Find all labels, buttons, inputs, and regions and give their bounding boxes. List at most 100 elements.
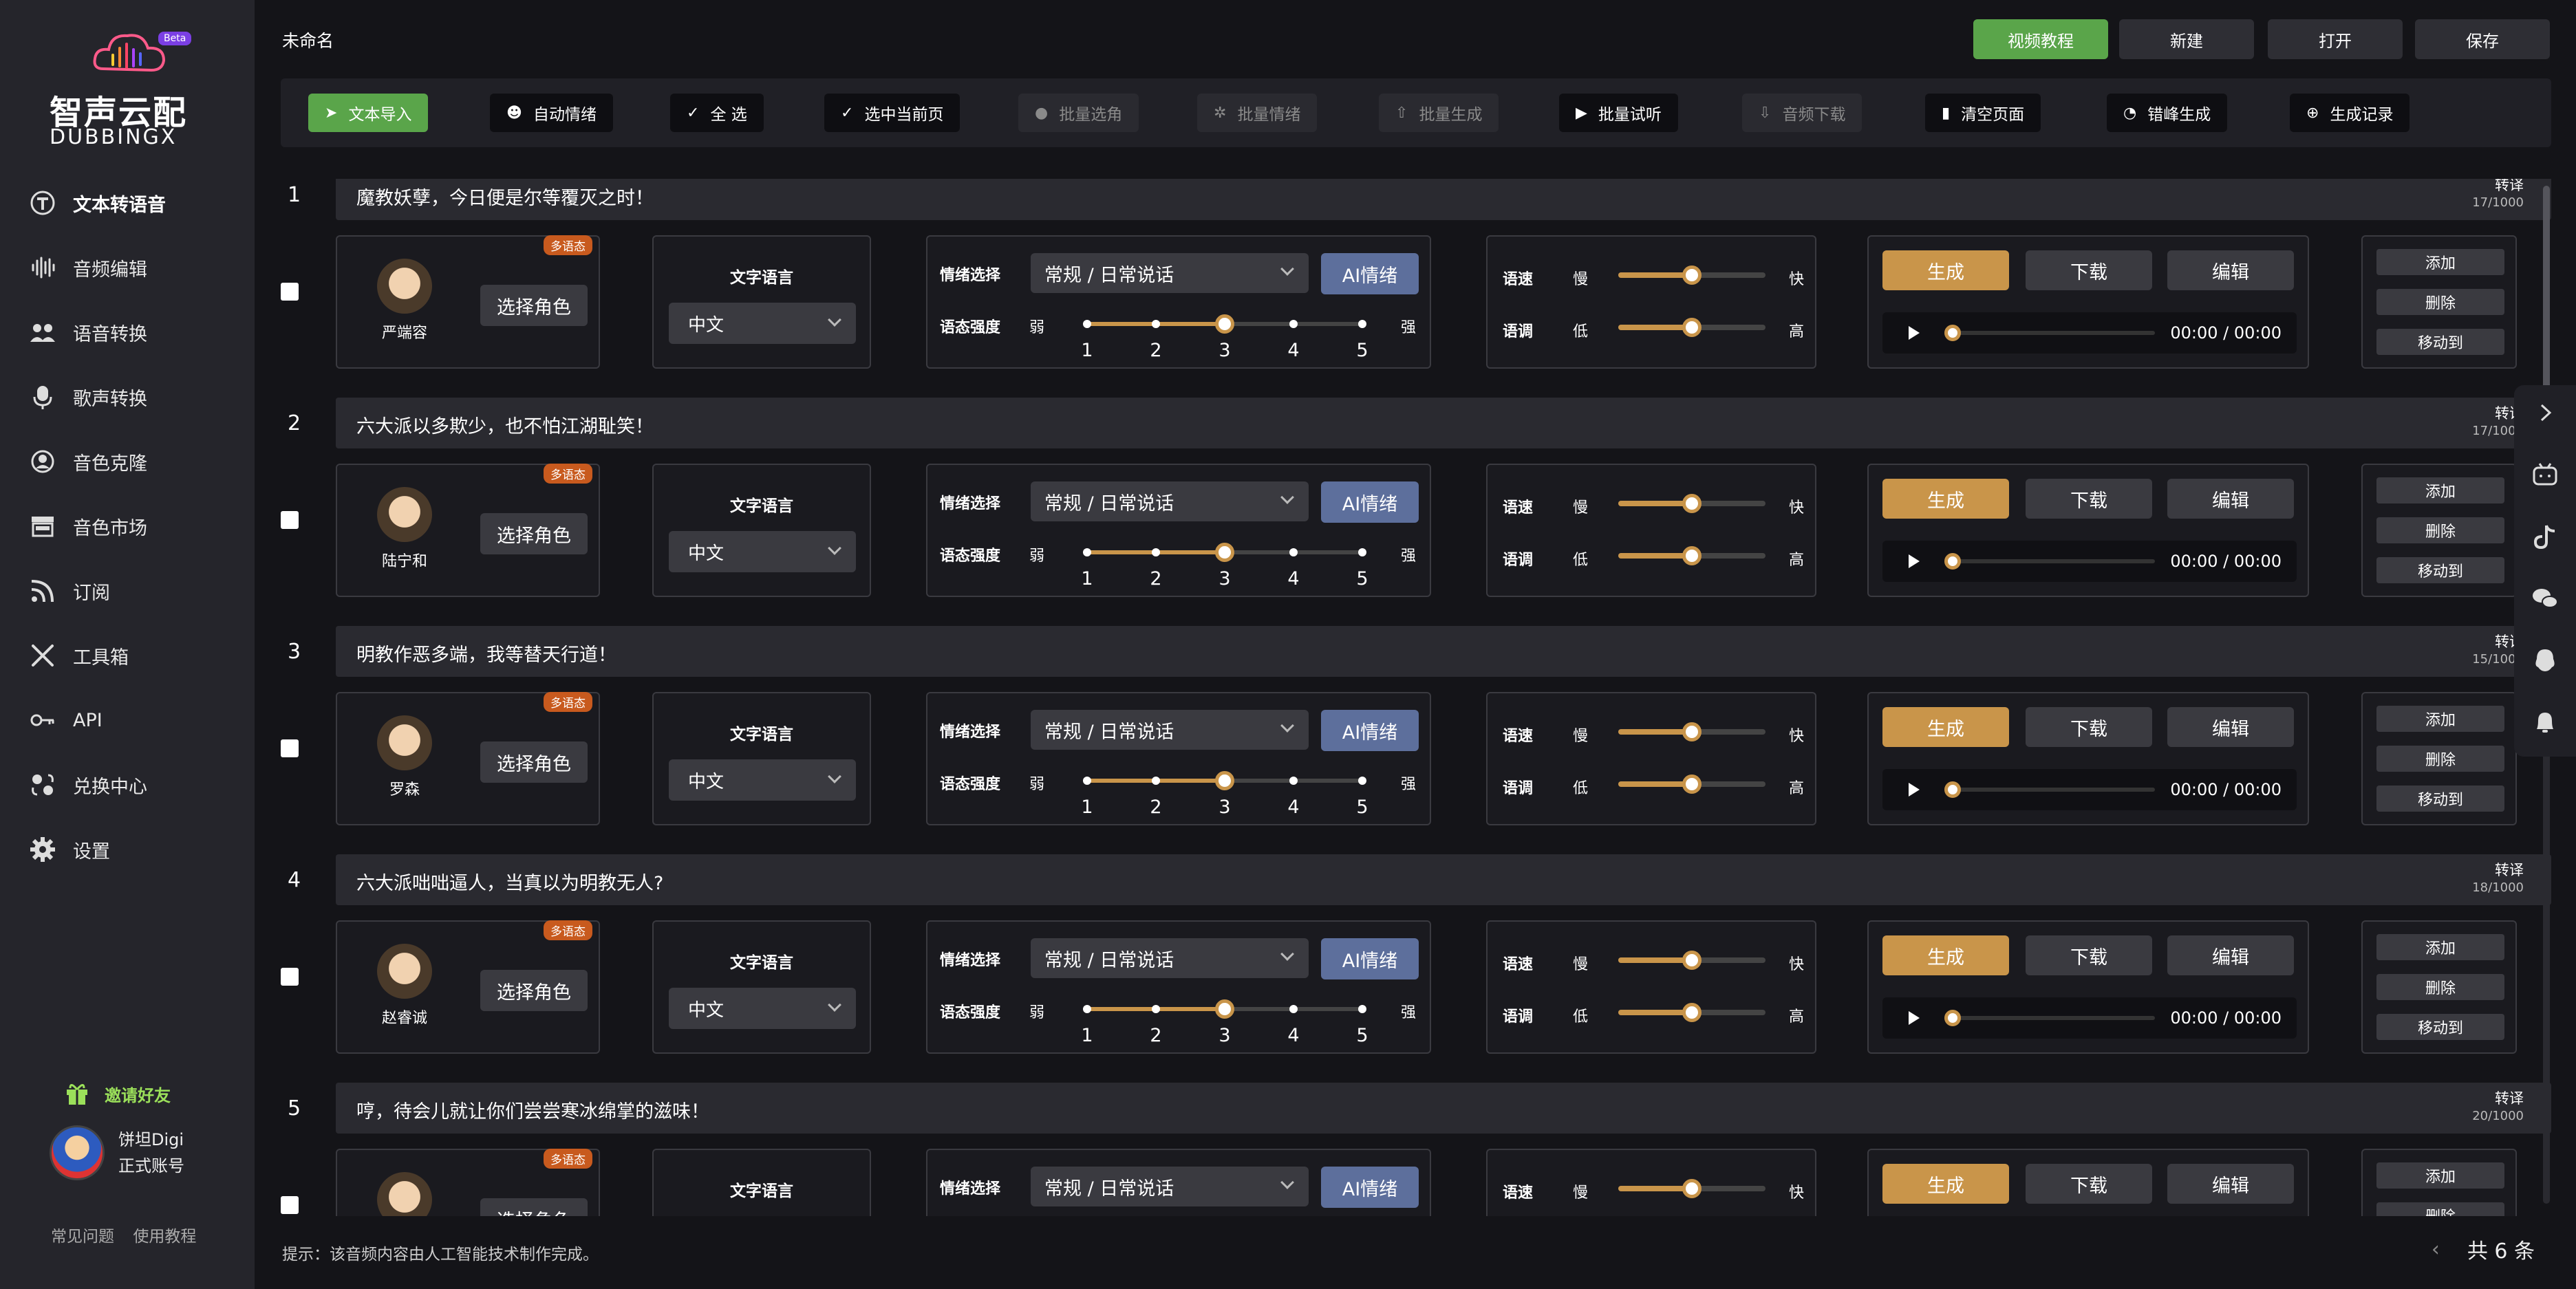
speed-slider[interactable] (1618, 951, 1765, 970)
select-role-button[interactable]: 选择角色 (480, 513, 588, 554)
invite-friends[interactable]: 邀请好友 (63, 1080, 171, 1107)
audio-progress-track[interactable] (1949, 559, 2155, 563)
faq-link[interactable]: 常见问题 (51, 1228, 114, 1246)
peak-generate-button[interactable]: ◔ 错峰生成 (2107, 94, 2228, 132)
bell-icon[interactable] (2531, 708, 2559, 736)
row-text[interactable]: 六大派咄咄逼人，当真以为明教无人? (356, 868, 663, 895)
speed-slider[interactable] (1618, 722, 1765, 741)
select-page-button[interactable]: ✓ 选中当前页 (824, 94, 960, 132)
intensity-dot[interactable] (1289, 1005, 1298, 1013)
open-button[interactable]: 打开 (2268, 19, 2403, 59)
delete-row-button[interactable]: 删除 (2376, 746, 2504, 772)
sidebar-item-api[interactable]: API (0, 688, 255, 752)
row-text-bar[interactable]: 魔教妖孽，今日便是尔等覆灭之时！ 转译 17/1000 (336, 179, 2551, 220)
sidebar-item-tts[interactable]: 文本转语音 (0, 171, 255, 235)
edit-button[interactable]: 编辑 (2167, 935, 2294, 975)
intensity-dot[interactable] (1083, 1005, 1091, 1013)
intensity-dot[interactable] (1289, 320, 1298, 328)
language-select[interactable]: 中文 (669, 303, 856, 344)
add-row-button[interactable]: 添加 (2376, 1162, 2504, 1189)
play-icon[interactable] (1909, 554, 1920, 568)
sidebar-item-clone[interactable]: 音色克隆 (0, 429, 255, 494)
sidebar-item-settings[interactable]: 设置 (0, 817, 255, 882)
audio-progress-knob[interactable] (1944, 781, 1961, 798)
prev-page-icon[interactable]: ‹ (2432, 1237, 2440, 1261)
batch-preview-button[interactable]: ▶ 批量试听 (1559, 94, 1678, 132)
intensity-slider[interactable] (1083, 543, 1366, 562)
play-icon[interactable] (1909, 783, 1920, 797)
sidebar-item-voice-convert[interactable]: 语音转换 (0, 300, 255, 365)
audio-progress-track[interactable] (1949, 788, 2155, 792)
intensity-knob[interactable] (1215, 999, 1234, 1019)
delete-row-button[interactable]: 删除 (2376, 517, 2504, 543)
chevron-right-icon[interactable] (2531, 399, 2559, 426)
convert-label[interactable]: 转译 (2472, 1090, 2524, 1107)
speed-knob[interactable] (1682, 266, 1702, 285)
intensity-knob[interactable] (1215, 771, 1234, 790)
pitch-slider[interactable] (1618, 546, 1765, 565)
tiktok-icon[interactable] (2531, 523, 2559, 550)
select-role-button[interactable]: 选择角色 (480, 285, 588, 326)
convert-label[interactable]: 转译 (2472, 861, 2524, 879)
ai-emotion-button[interactable]: AI情绪 (1321, 481, 1419, 523)
emotion-select[interactable]: 常规 / 日常说话 (1031, 253, 1309, 293)
delete-row-button[interactable]: 删除 (2376, 1202, 2504, 1216)
emotion-select[interactable]: 常规 / 日常说话 (1031, 481, 1309, 521)
generate-button[interactable]: 生成 (1882, 935, 2009, 975)
download-button[interactable]: 下载 (2026, 935, 2152, 975)
intensity-dot[interactable] (1152, 320, 1160, 328)
speed-slider[interactable] (1618, 494, 1765, 513)
bilibili-icon[interactable] (2531, 461, 2559, 488)
language-select[interactable]: 中文 (669, 759, 856, 801)
play-icon[interactable] (1909, 326, 1920, 340)
sidebar-item-market[interactable]: 音色市场 (0, 494, 255, 559)
sidebar-item-exchange[interactable]: 兑换中心 (0, 752, 255, 817)
document-title[interactable]: 未命名 (282, 28, 334, 52)
audio-progress-knob[interactable] (1944, 325, 1961, 341)
generate-button[interactable]: 生成 (1882, 1164, 2009, 1204)
edit-button[interactable]: 编辑 (2167, 479, 2294, 519)
intensity-dot[interactable] (1083, 320, 1091, 328)
emotion-select[interactable]: 常规 / 日常说话 (1031, 938, 1309, 978)
add-row-button[interactable]: 添加 (2376, 706, 2504, 732)
sidebar-item-singing[interactable]: 歌声转换 (0, 365, 255, 429)
intensity-dot[interactable] (1358, 777, 1366, 785)
row-text[interactable]: 六大派以多欺少，也不怕江湖耻笑！ (356, 411, 654, 438)
row-text-bar[interactable]: 六大派以多欺少，也不怕江湖耻笑！ 转译 17/1000 (336, 398, 2551, 448)
row-text-bar[interactable]: 六大派咄咄逼人，当真以为明教无人? 转译 18/1000 (336, 854, 2551, 905)
row-checkbox[interactable] (281, 739, 299, 757)
audio-progress-knob[interactable] (1944, 1010, 1961, 1026)
edit-button[interactable]: 编辑 (2167, 1164, 2294, 1204)
add-row-button[interactable]: 添加 (2376, 477, 2504, 503)
row-checkbox[interactable] (281, 968, 299, 986)
intensity-dot[interactable] (1289, 777, 1298, 785)
sidebar-item-subscribe[interactable]: 订阅 (0, 559, 255, 623)
edit-button[interactable]: 编辑 (2167, 707, 2294, 747)
save-button[interactable]: 保存 (2415, 19, 2550, 59)
pitch-knob[interactable] (1682, 775, 1702, 794)
select-role-button[interactable]: 选择角色 (480, 741, 588, 783)
speed-knob[interactable] (1682, 722, 1702, 741)
batch-emotion-button[interactable]: ✲ 批量情绪 (1197, 94, 1318, 132)
intensity-dot[interactable] (1152, 777, 1160, 785)
pitch-slider[interactable] (1618, 318, 1765, 337)
intensity-dot[interactable] (1358, 548, 1366, 556)
speed-slider[interactable] (1618, 1179, 1765, 1198)
pitch-knob[interactable] (1682, 546, 1702, 565)
language-select[interactable]: 中文 (669, 531, 856, 572)
intensity-dot[interactable] (1358, 1005, 1366, 1013)
download-button[interactable]: 下载 (2026, 1164, 2152, 1204)
batch-generate-button[interactable]: ⇧ 批量生成 (1379, 94, 1499, 132)
text-import-button[interactable]: ➤ 文本导入 (308, 94, 429, 132)
ai-emotion-button[interactable]: AI情绪 (1321, 1167, 1419, 1208)
intensity-slider[interactable] (1083, 999, 1366, 1019)
speed-knob[interactable] (1682, 1179, 1702, 1198)
batch-role-button[interactable]: ● 批量选角 (1018, 94, 1139, 132)
speed-slider[interactable] (1618, 266, 1765, 285)
sidebar-item-toolbox[interactable]: 工具箱 (0, 623, 255, 688)
audio-download-button[interactable]: ⇩ 音频下载 (1742, 94, 1863, 132)
intensity-dot[interactable] (1083, 548, 1091, 556)
intensity-slider[interactable] (1083, 771, 1366, 790)
audio-progress-track[interactable] (1949, 1016, 2155, 1020)
history-button[interactable]: ⊕ 生成记录 (2290, 94, 2410, 132)
